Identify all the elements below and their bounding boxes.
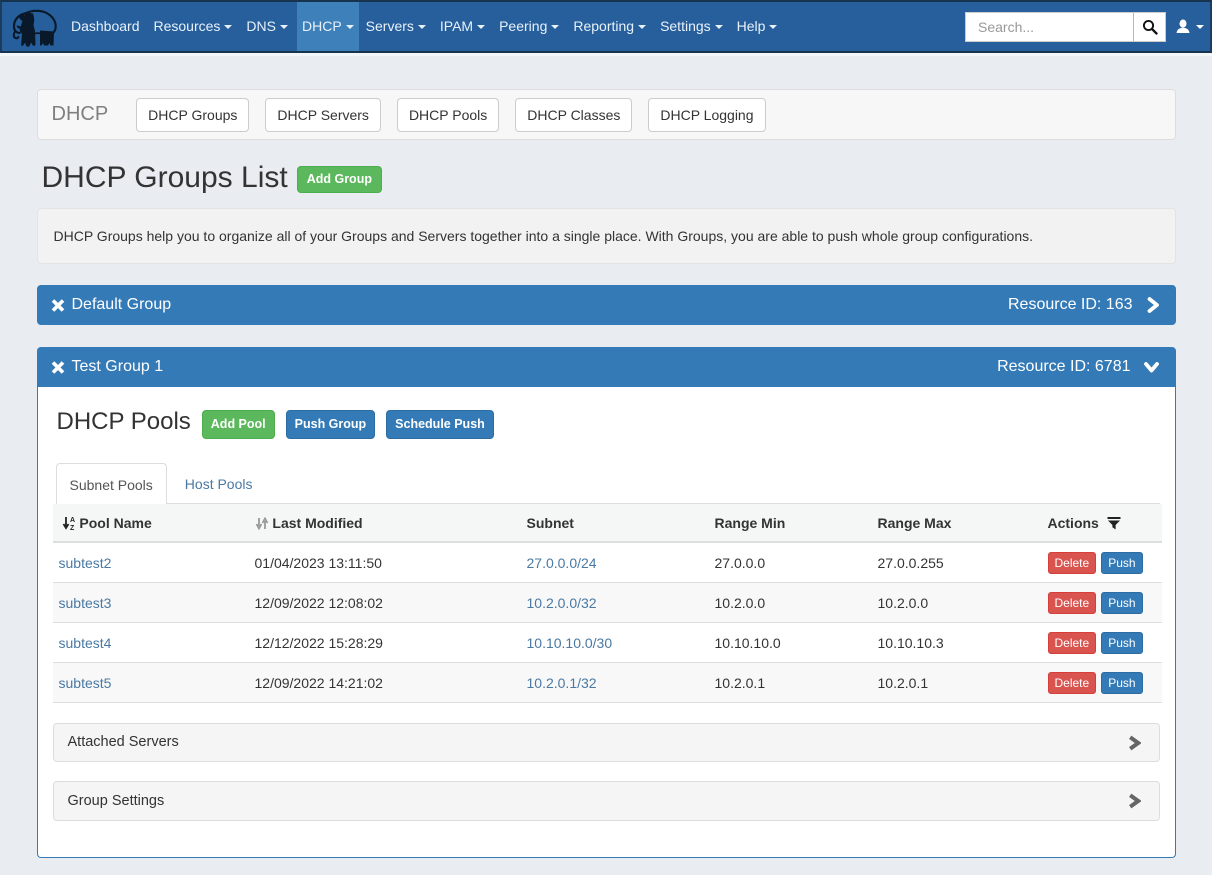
svg-text:A: A (70, 517, 75, 524)
svg-text:Z: Z (70, 525, 75, 530)
